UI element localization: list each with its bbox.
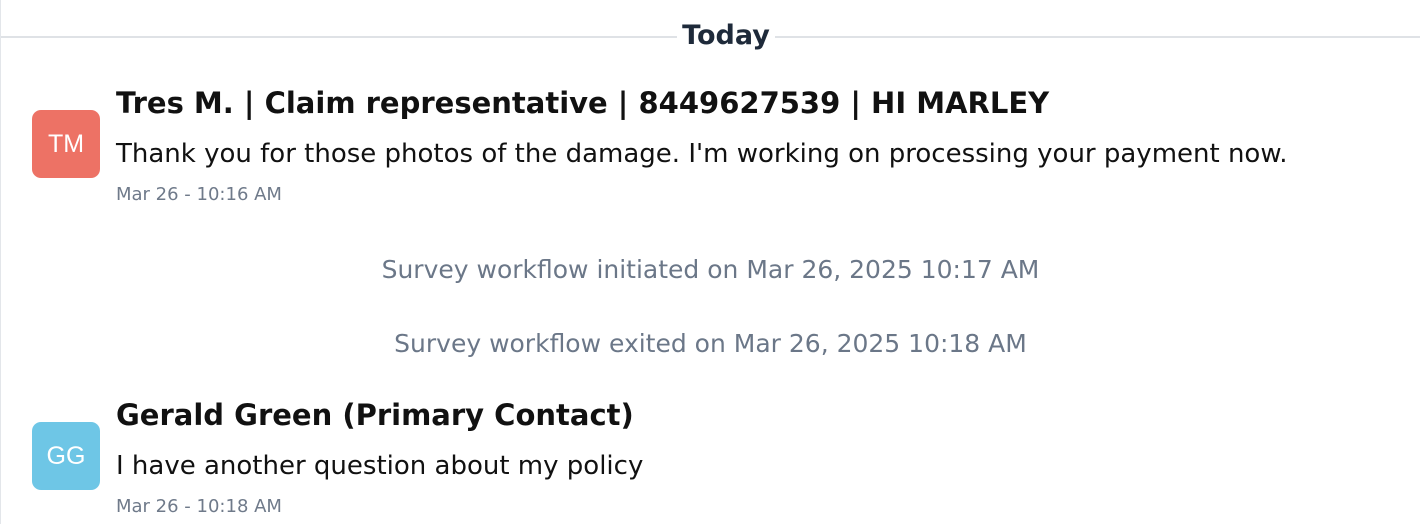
avatar: TM [32, 110, 100, 178]
message-sender: Gerald Green (Primary Contact) [116, 398, 634, 432]
system-event: Survey workflow initiated on Mar 26, 202… [381, 255, 1040, 284]
message-sender: Tres M. | Claim representative | 8449627… [116, 86, 1050, 120]
avatar: GG [32, 422, 100, 490]
message-text: I have another question about my policy [116, 451, 644, 481]
message-timestamp: Mar 26 - 10:16 AM [116, 184, 282, 205]
chat-transcript: Today TM Tres M. | Claim representative … [0, 0, 1420, 524]
system-event: Survey workflow exited on Mar 26, 2025 1… [394, 329, 1027, 358]
date-divider-label: Today [677, 18, 775, 54]
message-text: Thank you for those photos of the damage… [116, 139, 1288, 169]
message-timestamp: Mar 26 - 10:18 AM [116, 496, 282, 517]
